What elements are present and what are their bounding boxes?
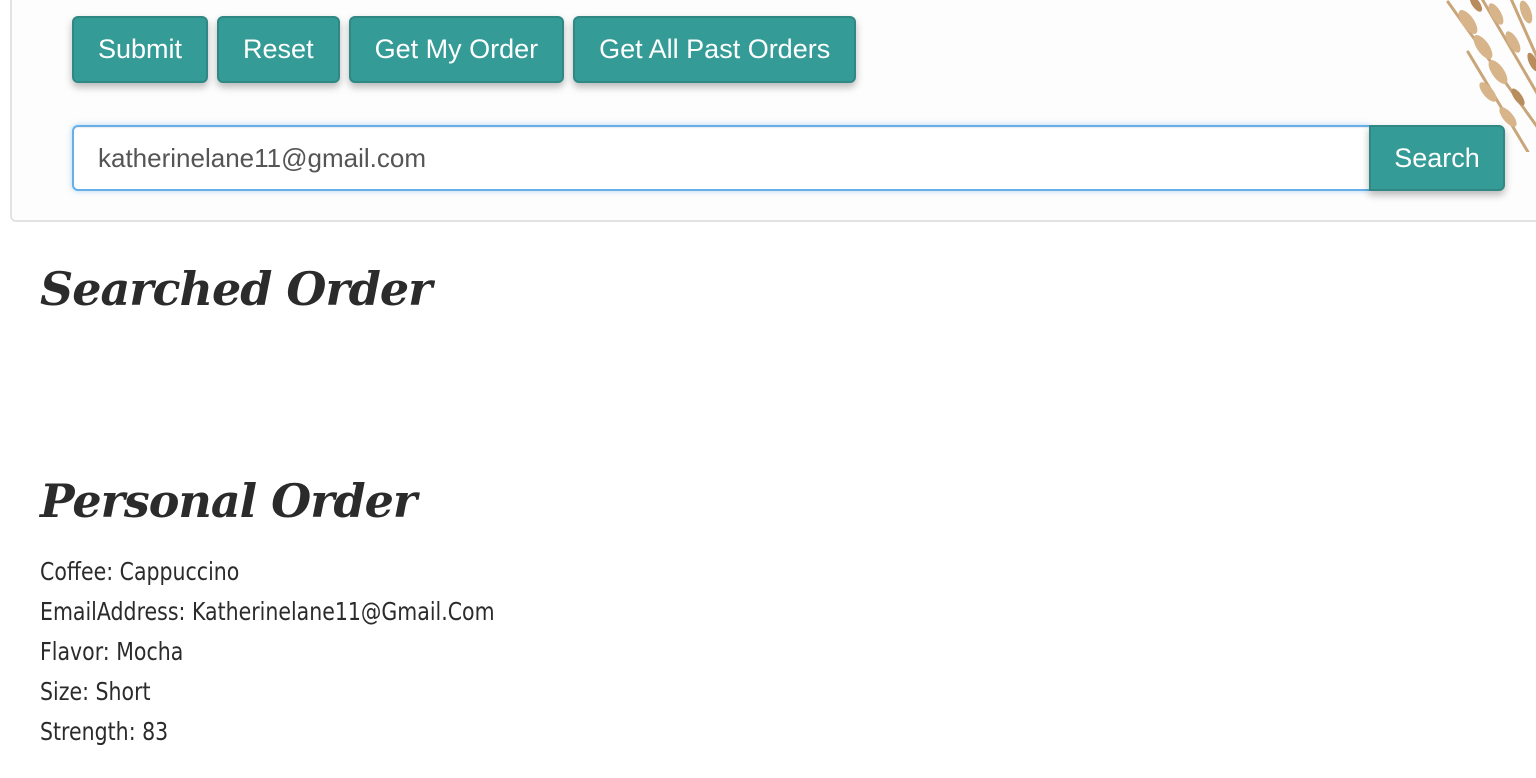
- order-field-strength: Strength: 83: [40, 717, 169, 746]
- field-value: 83: [142, 717, 169, 746]
- field-value: Cappuccino: [119, 557, 240, 586]
- search-button[interactable]: Search: [1369, 125, 1505, 191]
- order-field-flavor: Flavor: Mocha: [40, 637, 184, 666]
- personal-order-heading: Personal Order: [40, 474, 417, 528]
- order-field-coffee: Coffee: Cappuccino: [40, 557, 240, 586]
- order-field-size: Size: Short: [40, 677, 151, 706]
- action-buttons: Submit Reset Get My Order Get All Past O…: [72, 16, 857, 83]
- get-all-past-orders-button[interactable]: Get All Past Orders: [573, 16, 857, 83]
- field-label: Strength: [40, 717, 129, 746]
- search-bar: Search: [72, 125, 1505, 191]
- field-label: EmailAddress: [40, 597, 179, 626]
- personal-order-details: Coffee: Cappuccino EmailAddress: Katheri…: [40, 552, 495, 752]
- reset-button[interactable]: Reset: [217, 16, 340, 83]
- field-value: Short: [95, 677, 151, 706]
- field-label: Size: [40, 677, 83, 706]
- search-input[interactable]: [72, 125, 1369, 191]
- searched-order-heading: Searched Order: [40, 262, 432, 316]
- field-value: Mocha: [116, 637, 184, 666]
- get-my-order-button[interactable]: Get My Order: [348, 16, 565, 83]
- order-field-email: EmailAddress: Katherinelane11@Gmail.Com: [40, 597, 495, 626]
- field-label: Flavor: [40, 637, 103, 666]
- submit-button[interactable]: Submit: [72, 16, 209, 83]
- field-value: Katherinelane11@Gmail.Com: [191, 597, 495, 626]
- field-label: Coffee: [40, 557, 107, 586]
